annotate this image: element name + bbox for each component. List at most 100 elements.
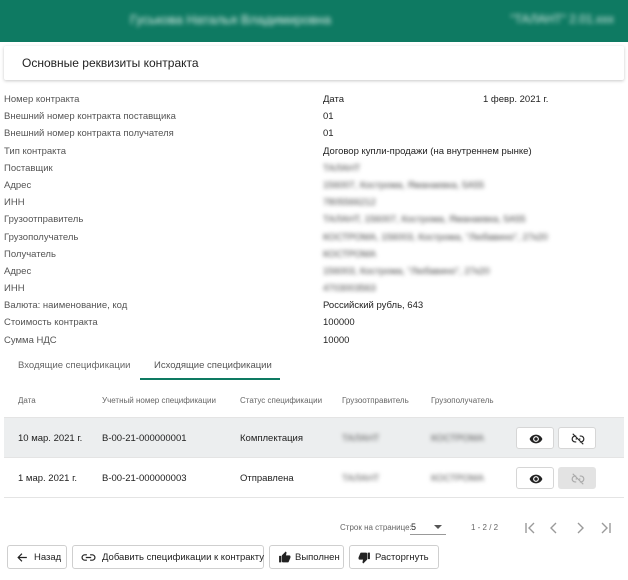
- eye-icon: [529, 434, 543, 444]
- unlink-button[interactable]: [558, 427, 596, 449]
- table-header: Дата Учетный номер спецификации Статус с…: [4, 383, 624, 417]
- cell-shipper: ТАЛАНТ: [342, 433, 380, 444]
- field-value: КОСТРОМА: [323, 248, 376, 260]
- field-row: Внешний номер контракта получателя 01: [0, 126, 628, 143]
- field-label: Грузоотправитель: [4, 214, 84, 226]
- cell-number: В-00-21-000000003: [102, 473, 187, 484]
- cell-date: 10 мар. 2021 г.: [18, 433, 83, 444]
- field-row: Получатель КОСТРОМА: [0, 247, 628, 264]
- chevron-down-icon: [434, 525, 442, 529]
- pagination: Строк на странице: 5 1 - 2 / 2: [0, 518, 628, 538]
- field-row: ИНН 7805566212: [0, 195, 628, 212]
- field-value: КОСТРОМА, 156003, Кострома, "Любавино", …: [323, 231, 548, 243]
- rows-per-page-label: Строк на странице:: [340, 523, 412, 532]
- field-label: Номер контракта: [4, 94, 80, 105]
- field-value: ТАЛАНТ, 156007, Кострома, Яманаевка, 5А5…: [323, 214, 526, 226]
- field-label: Адрес: [4, 179, 32, 191]
- field-row: Грузополучатель КОСТРОМА, 156003, Костро…: [0, 230, 628, 247]
- field-row: Номер контракта Дата 1 февр. 2021 г.: [0, 92, 628, 109]
- unlink-button-disabled: [558, 467, 596, 489]
- field-label: Внешний номер контракта поставщика: [4, 111, 176, 123]
- field-label: Валюта: наименование, код: [4, 300, 128, 312]
- column-header-consignee[interactable]: Грузополучатель: [431, 396, 494, 405]
- contract-date: 1 февр. 2021 г.: [483, 94, 549, 105]
- chevron-right-icon: [577, 522, 584, 534]
- cell-number: В-00-21-000000001: [102, 433, 187, 444]
- field-value: 4703003563: [323, 283, 376, 295]
- rows-per-page-value: 5: [411, 522, 417, 532]
- field-row: Адрес 156007, Кострома, Яманаевка, 5А55: [0, 178, 628, 195]
- field-label: Сумма НДС: [4, 334, 57, 346]
- field-value: 01: [323, 128, 334, 140]
- field-row: Внешний номер контракта поставщика 01: [0, 109, 628, 126]
- done-button-label: Выполнен: [295, 552, 340, 563]
- last-page-button[interactable]: [598, 520, 614, 536]
- field-label: Тип контракта: [4, 145, 66, 157]
- thumb-up-icon: [279, 551, 291, 563]
- field-value: 156007, Кострома, Яманаевка, 5А55: [323, 179, 485, 191]
- cell-date: 1 мар. 2021 г.: [18, 473, 78, 484]
- link-icon: [81, 554, 96, 561]
- organization-name[interactable]: "ТАЛАНТ" 2.01.xxx: [510, 12, 614, 26]
- field-label: Грузополучатель: [4, 231, 79, 243]
- field-row: Тип контракта Договор купли-продажи (на …: [0, 144, 628, 161]
- field-label: ИНН: [4, 283, 25, 295]
- column-header-status[interactable]: Статус спецификации: [240, 396, 322, 405]
- link-off-icon: [571, 433, 585, 445]
- field-row: Стоимость контракта 100000: [0, 315, 628, 332]
- link-off-icon: [571, 473, 585, 485]
- field-row: Грузоотправитель ТАЛАНТ, 156007, Костром…: [0, 212, 628, 229]
- field-value: 01: [323, 111, 334, 123]
- tab-outgoing-specs[interactable]: Исходящие спецификации: [154, 360, 272, 371]
- field-row: Сумма НДС 10000: [0, 333, 628, 350]
- page-title: Основные реквизиты контракта: [22, 56, 199, 70]
- field-value: 100000: [323, 317, 355, 329]
- table-divider: [4, 497, 624, 498]
- field-value: Договор купли-продажи (на внутреннем рын…: [323, 145, 532, 157]
- field-value: 7805566212: [323, 197, 376, 209]
- user-name[interactable]: Гуськова Наталья Владимировна: [130, 12, 331, 27]
- contract-fields: Номер контракта Дата 1 февр. 2021 г. Вне…: [0, 92, 628, 350]
- column-header-date[interactable]: Дата: [18, 396, 36, 405]
- field-value: Дата: [323, 94, 345, 105]
- rows-per-page-select[interactable]: 5: [410, 519, 446, 535]
- field-value: 10000: [323, 334, 350, 346]
- prev-page-button[interactable]: [546, 520, 562, 536]
- field-label: Адрес: [4, 265, 32, 277]
- page-range: 1 - 2 / 2: [471, 523, 499, 532]
- column-header-shipper[interactable]: Грузоотправитель: [342, 396, 409, 405]
- cell-status: Отправлена: [240, 473, 294, 484]
- column-header-number[interactable]: Учетный номер спецификации: [102, 396, 216, 405]
- field-value: ТАЛАНТ: [323, 162, 361, 174]
- field-row: Валюта: наименование, код Российский руб…: [0, 298, 628, 315]
- done-button[interactable]: Выполнен: [269, 545, 344, 569]
- terminate-button-label: Расторгнуть: [375, 552, 429, 563]
- field-row: ИНН 4703003563: [0, 281, 628, 298]
- field-label: Поставщик: [4, 162, 53, 174]
- last-page-icon: [601, 522, 611, 534]
- cell-status: Комплектация: [240, 433, 304, 444]
- active-tab-indicator: [140, 378, 280, 380]
- view-button[interactable]: [516, 427, 554, 449]
- add-specifications-button[interactable]: Добавить спецификации к контракту: [72, 545, 264, 569]
- field-label: Получатель: [4, 248, 56, 260]
- cell-consignee: КОСТРОМА: [431, 433, 484, 444]
- table-row[interactable]: 10 мар. 2021 г. В-00-21-000000001 Компле…: [4, 417, 624, 457]
- specifications-table: Дата Учетный номер спецификации Статус с…: [4, 383, 624, 498]
- eye-icon: [529, 474, 543, 484]
- tab-incoming-specs[interactable]: Входящие спецификации: [18, 360, 130, 371]
- field-row: Адрес 156003, Кострома, "Любавино", 27к2…: [0, 264, 628, 281]
- back-button[interactable]: Назад: [7, 545, 67, 569]
- field-value: Российский рубль, 643: [323, 300, 424, 312]
- thumb-down-icon: [358, 552, 370, 564]
- field-row: Поставщик ТАЛАНТ: [0, 161, 628, 178]
- next-page-button[interactable]: [572, 520, 588, 536]
- add-specifications-label: Добавить спецификации к контракту: [102, 552, 264, 563]
- terminate-button[interactable]: Расторгнуть: [349, 545, 439, 569]
- view-button[interactable]: [516, 467, 554, 489]
- first-page-button[interactable]: [522, 520, 538, 536]
- cell-shipper: ТАЛАНТ: [342, 473, 380, 484]
- field-value: 156003, Кострома, "Любавино", 27к20: [323, 265, 490, 277]
- spec-tabs: Входящие спецификации Исходящие специфик…: [0, 356, 628, 380]
- table-row[interactable]: 1 мар. 2021 г. В-00-21-000000003 Отправл…: [4, 457, 624, 497]
